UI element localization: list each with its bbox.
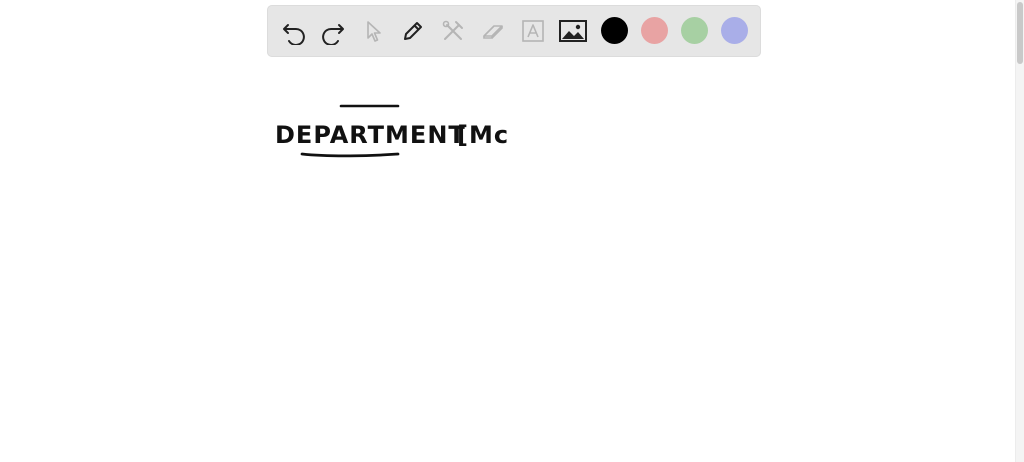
underline-stroke — [300, 152, 400, 158]
handwriting-word-department: DEPARTMENT — [275, 121, 466, 149]
vertical-scrollbar[interactable] — [1015, 0, 1024, 462]
handwriting-word-mc: [Mc — [457, 121, 509, 149]
scrollbar-thumb[interactable] — [1017, 2, 1023, 64]
handwriting-layer: DEPARTMENT [Mc — [275, 104, 509, 158]
whiteboard-canvas[interactable]: DEPARTMENT [Mc — [0, 0, 1024, 462]
